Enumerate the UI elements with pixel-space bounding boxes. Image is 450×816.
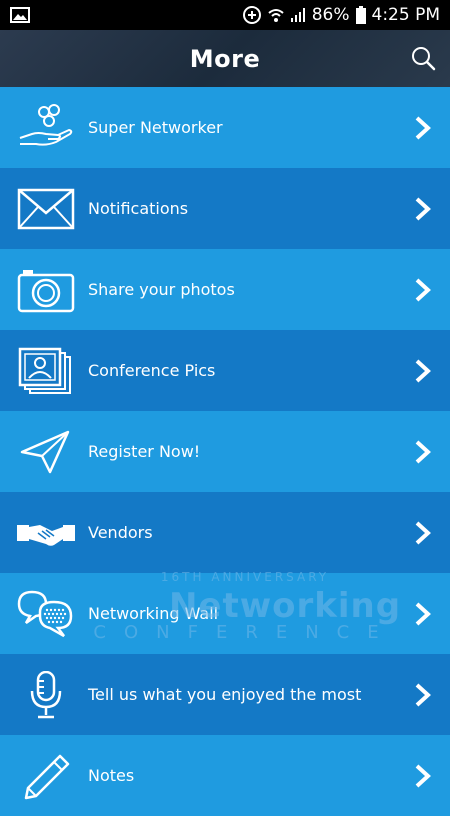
menu-item-label: Share your photos [88, 280, 235, 299]
app-header: More [0, 30, 450, 87]
chevron-right-icon [415, 764, 431, 787]
hand-coins-icon [16, 103, 76, 152]
pencil-icon [16, 752, 76, 800]
search-icon[interactable] [410, 45, 436, 71]
menu-item-label: Vendors [88, 523, 153, 542]
menu-item-vendors[interactable]: Vendors [0, 492, 450, 573]
menu-item-label: Register Now! [88, 442, 201, 461]
menu-item-notes[interactable]: Notes [0, 735, 450, 816]
menu-item-conference-pics[interactable]: Conference Pics [0, 330, 450, 411]
menu-item-label: Notifications [88, 199, 189, 218]
chevron-right-icon [415, 440, 431, 463]
chevron-right-icon [415, 278, 431, 301]
menu-item-label: Super Networker [88, 118, 223, 137]
status-right: 86% 4:25 PM [242, 5, 440, 25]
camera-icon [16, 266, 76, 314]
chevron-right-icon [415, 116, 431, 139]
more-menu-list: Super Networker Notifications Share your… [0, 87, 450, 816]
photo-stack-icon [16, 347, 76, 395]
menu-item-label: Tell us what you enjoyed the most [88, 685, 362, 704]
microphone-icon [16, 670, 76, 719]
menu-item-register-now[interactable]: Register Now! [0, 411, 450, 492]
menu-item-label: Notes [88, 766, 135, 785]
status-bar: 86% 4:25 PM [0, 0, 450, 30]
menu-item-share-photos[interactable]: Share your photos [0, 249, 450, 330]
menu-item-networking-wall[interactable]: Networking Wall [0, 573, 450, 654]
envelope-icon [16, 185, 76, 233]
menu-item-notifications[interactable]: Notifications [0, 168, 450, 249]
chevron-right-icon [415, 521, 431, 544]
battery-icon [355, 6, 366, 24]
chevron-right-icon [415, 602, 431, 625]
chevron-right-icon [415, 197, 431, 220]
chevron-right-icon [415, 359, 431, 382]
chevron-right-icon [415, 683, 431, 706]
status-left [10, 7, 30, 23]
menu-item-super-networker[interactable]: Super Networker [0, 87, 450, 168]
menu-item-label: Conference Pics [88, 361, 216, 380]
menu-item-feedback[interactable]: Tell us what you enjoyed the most [0, 654, 450, 735]
image-notification-icon [10, 7, 30, 23]
data-saver-icon [242, 6, 261, 24]
paper-plane-icon [16, 428, 76, 476]
wifi-icon [268, 9, 284, 22]
chat-bubbles-icon [16, 590, 76, 638]
signal-icon [290, 8, 305, 22]
battery-percent: 86% [311, 5, 350, 25]
menu-item-label: Networking Wall [88, 604, 219, 623]
page-title: More [189, 44, 261, 73]
handshake-icon [16, 509, 76, 557]
clock: 4:25 PM [371, 5, 441, 25]
